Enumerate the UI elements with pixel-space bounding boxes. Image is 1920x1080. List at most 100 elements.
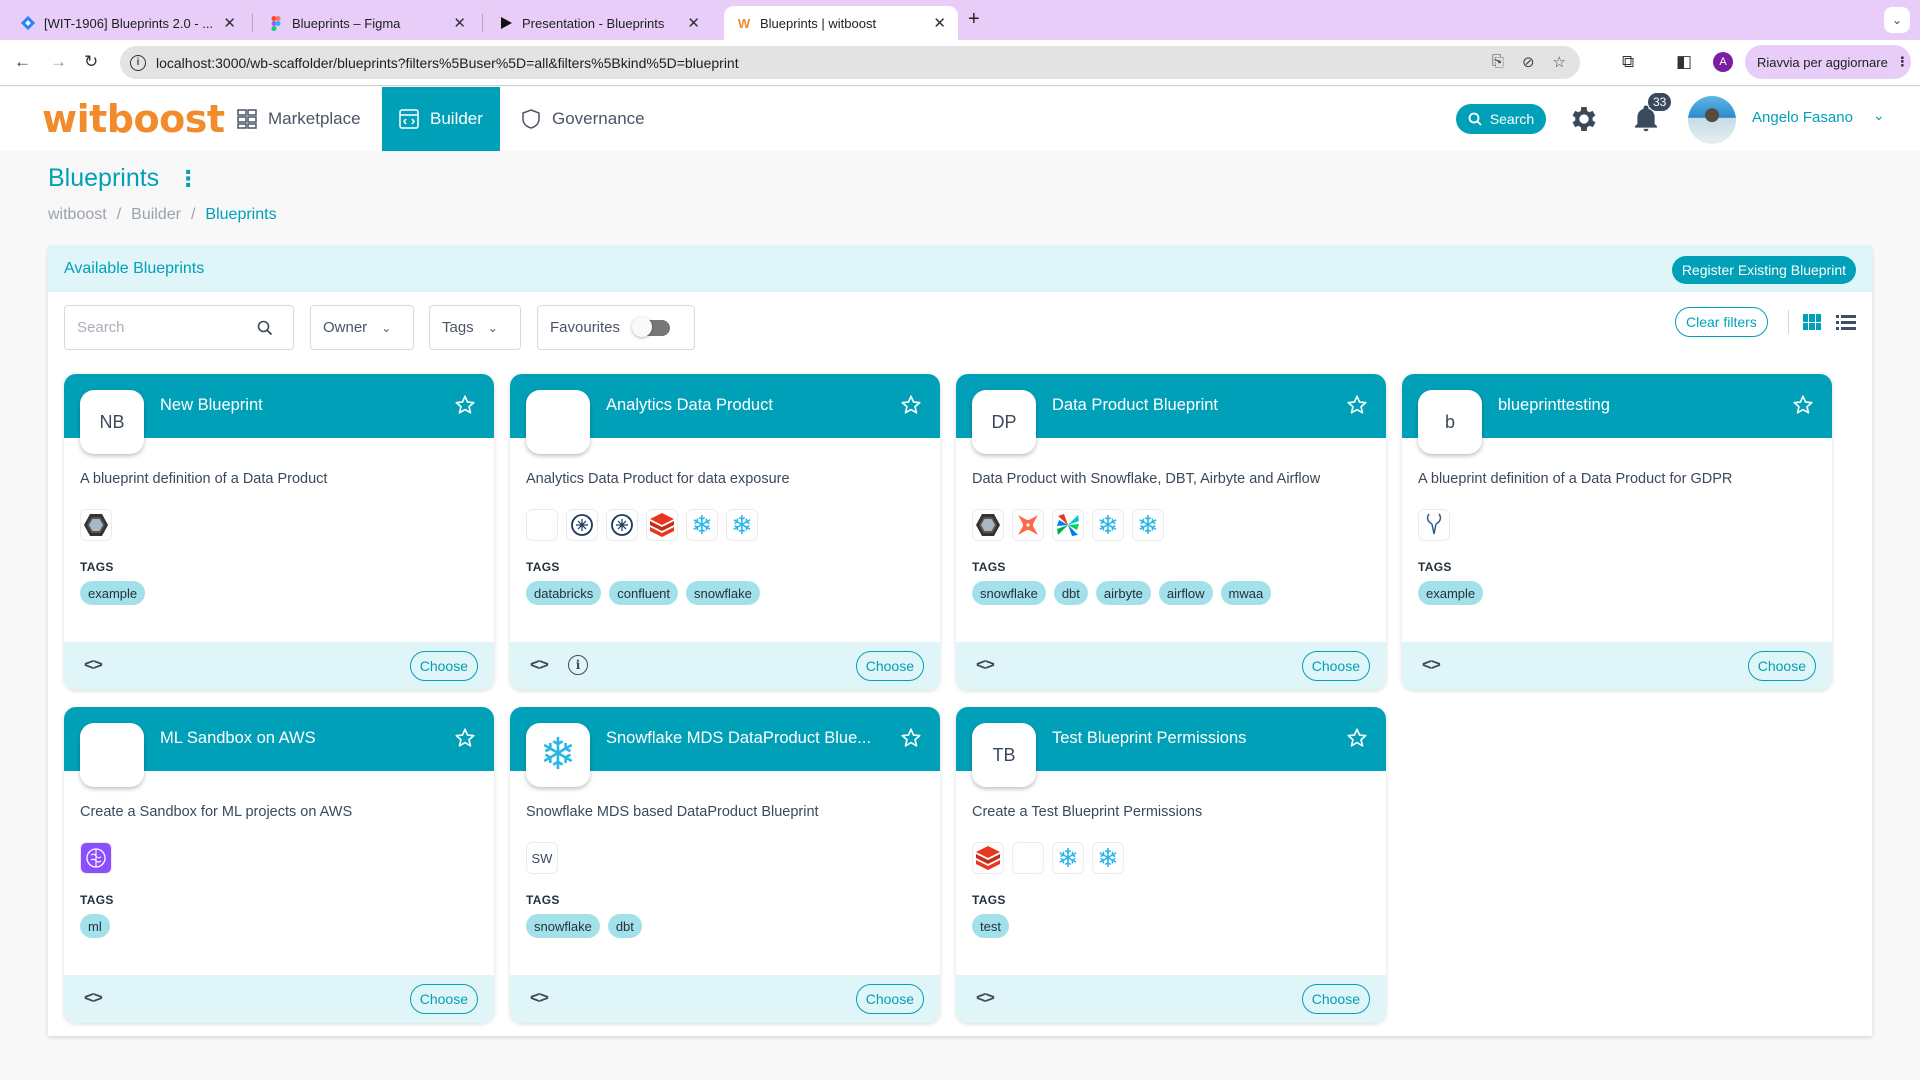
chevron-down-icon[interactable]: ⌄ bbox=[1873, 107, 1885, 124]
favourite-star-icon[interactable] bbox=[1346, 727, 1368, 749]
tag-chip[interactable]: dbt bbox=[1053, 581, 1088, 605]
search-input[interactable] bbox=[77, 319, 257, 336]
code-icon[interactable]: <> bbox=[976, 655, 995, 675]
technology-icons bbox=[80, 509, 112, 541]
tag-chip[interactable]: example bbox=[1418, 581, 1484, 605]
extensions-icon[interactable]: ⧉ bbox=[1622, 52, 1634, 72]
choose-button[interactable]: Choose bbox=[1747, 651, 1816, 681]
eye-off-icon[interactable]: ⊘ bbox=[1522, 53, 1535, 71]
code-icon[interactable]: <> bbox=[976, 988, 995, 1008]
grid-view-icon[interactable] bbox=[1803, 314, 1821, 330]
tags-heading: TAGS bbox=[972, 560, 1006, 574]
play-icon bbox=[498, 15, 514, 31]
tag-chip[interactable]: databricks bbox=[526, 581, 602, 605]
clear-filters-button[interactable]: Clear filters bbox=[1675, 307, 1768, 337]
favourites-filter: Favourites bbox=[537, 305, 695, 350]
favourite-star-icon[interactable] bbox=[454, 727, 476, 749]
close-tab-icon[interactable]: ✕ bbox=[933, 14, 946, 32]
breadcrumb-item[interactable]: witboost bbox=[48, 206, 107, 224]
browser-address-bar: ← → ↻ i localhost:3000/wb-scaffolder/blu… bbox=[0, 40, 1920, 86]
tag-chip[interactable]: airbyte bbox=[1095, 581, 1151, 605]
search-field[interactable] bbox=[64, 305, 294, 350]
nav-marketplace[interactable]: Marketplace bbox=[220, 87, 377, 151]
snowflake-icon: ❄ bbox=[1132, 509, 1164, 541]
close-tab-icon[interactable]: ✕ bbox=[687, 14, 700, 32]
sidepanel-icon[interactable]: ◧ bbox=[1676, 52, 1692, 72]
favourite-star-icon[interactable] bbox=[454, 394, 476, 416]
panel-header: Available Blueprints Register Existing B… bbox=[48, 245, 1872, 292]
favourite-star-icon[interactable] bbox=[1792, 394, 1814, 416]
browser-tab-jira[interactable]: [WIT-1906] Blueprints 2.0 - ... ✕ bbox=[8, 6, 248, 40]
choose-button[interactable]: Choose bbox=[1301, 984, 1370, 1014]
code-icon[interactable]: <> bbox=[1422, 655, 1441, 675]
tag-chip[interactable]: snowflake bbox=[526, 914, 600, 938]
favourite-star-icon[interactable] bbox=[1346, 394, 1368, 416]
blueprint-card: Data Product Blueprint DP Data Product w… bbox=[956, 374, 1386, 690]
bookmark-star-icon[interactable]: ☆ bbox=[1553, 53, 1566, 71]
code-icon[interactable]: <> bbox=[530, 988, 549, 1008]
tab-search-button[interactable]: ⌄ bbox=[1884, 7, 1910, 33]
tag-chip[interactable]: confluent bbox=[609, 581, 679, 605]
tag-chip[interactable]: example bbox=[80, 581, 146, 605]
choose-button[interactable]: Choose bbox=[855, 984, 924, 1014]
close-tab-icon[interactable]: ✕ bbox=[223, 14, 236, 32]
more-vert-icon[interactable]: ⋮ bbox=[177, 166, 199, 192]
tag-chip[interactable]: snowflake bbox=[972, 581, 1046, 605]
tag-chip[interactable]: snowflake bbox=[686, 581, 760, 605]
chevron-down-icon: ⌄ bbox=[487, 320, 498, 335]
blueprint-card: Snowflake MDS DataProduct Blue... ❄ Snow… bbox=[510, 707, 940, 1023]
search-icon bbox=[257, 320, 273, 335]
update-browser-button[interactable]: Riavvia per aggiornare ⋮ bbox=[1745, 45, 1911, 79]
register-existing-blueprint-button[interactable]: Register Existing Blueprint bbox=[1671, 256, 1856, 284]
code-icon[interactable]: <> bbox=[84, 988, 103, 1008]
technology-icons bbox=[80, 842, 112, 874]
choose-button[interactable]: Choose bbox=[409, 651, 478, 681]
witboost-logo[interactable]: witboost bbox=[42, 97, 225, 141]
code-icon[interactable]: <> bbox=[530, 655, 549, 675]
browser-profile-avatar[interactable]: A bbox=[1713, 52, 1733, 72]
blueprint-avatar: ❄ bbox=[526, 723, 590, 787]
user-name[interactable]: Angelo Fasano bbox=[1752, 109, 1853, 126]
choose-button[interactable]: Choose bbox=[409, 984, 478, 1014]
translate-icon[interactable]: ⎘ bbox=[1492, 53, 1504, 71]
global-search-button[interactable]: Search bbox=[1456, 104, 1546, 134]
browser-tab-presentation[interactable]: Presentation - Blueprints ✕ bbox=[486, 6, 712, 40]
url-field[interactable]: i localhost:3000/wb-scaffolder/blueprint… bbox=[120, 46, 1580, 79]
nav-governance[interactable]: Governance bbox=[504, 87, 661, 151]
tag-chip[interactable]: mwaa bbox=[1220, 581, 1272, 605]
tag-chip[interactable]: test bbox=[972, 914, 1009, 938]
tag-chip[interactable]: dbt bbox=[607, 914, 642, 938]
reload-button[interactable]: ↻ bbox=[84, 52, 98, 72]
browser-tab-witboost[interactable]: W Blueprints | witboost ✕ bbox=[724, 6, 958, 40]
blueprint-title: New Blueprint bbox=[160, 396, 263, 414]
favourites-toggle[interactable] bbox=[632, 316, 671, 337]
tech-initials-icon: SW bbox=[526, 842, 558, 874]
info-icon[interactable]: i bbox=[568, 655, 588, 675]
choose-button[interactable]: Choose bbox=[1301, 651, 1370, 681]
new-tab-button[interactable]: + bbox=[968, 8, 980, 31]
owner-filter-dropdown[interactable]: Owner ⌄ bbox=[310, 305, 414, 350]
tags-filter-dropdown[interactable]: Tags ⌄ bbox=[429, 305, 521, 350]
grid-icon bbox=[237, 109, 257, 129]
site-info-icon[interactable]: i bbox=[130, 54, 146, 71]
user-avatar[interactable] bbox=[1688, 96, 1736, 144]
tag-chip[interactable]: airflow bbox=[1158, 581, 1213, 605]
gear-icon[interactable] bbox=[1568, 103, 1600, 135]
forward-button[interactable]: → bbox=[50, 52, 67, 72]
favourite-star-icon[interactable] bbox=[900, 394, 922, 416]
list-view-icon[interactable] bbox=[1836, 315, 1856, 333]
code-icon[interactable]: <> bbox=[84, 655, 103, 675]
tag-chip[interactable]: ml bbox=[80, 914, 110, 938]
blueprint-description: Data Product with Snowflake, DBT, Airbyt… bbox=[972, 471, 1321, 487]
tag-list: snowflake dbt bbox=[526, 914, 642, 938]
favourite-star-icon[interactable] bbox=[900, 727, 922, 749]
figma-icon bbox=[268, 15, 284, 31]
browser-tab-figma[interactable]: Blueprints – Figma ✕ bbox=[256, 6, 478, 40]
snowflake-icon: ❄ bbox=[1092, 509, 1124, 541]
back-button[interactable]: ← bbox=[14, 52, 31, 72]
choose-button[interactable]: Choose bbox=[855, 651, 924, 681]
tag-list: example bbox=[1418, 581, 1484, 605]
close-tab-icon[interactable]: ✕ bbox=[453, 14, 466, 32]
breadcrumb-item[interactable]: Builder bbox=[131, 206, 181, 224]
nav-builder[interactable]: Builder bbox=[382, 87, 500, 151]
